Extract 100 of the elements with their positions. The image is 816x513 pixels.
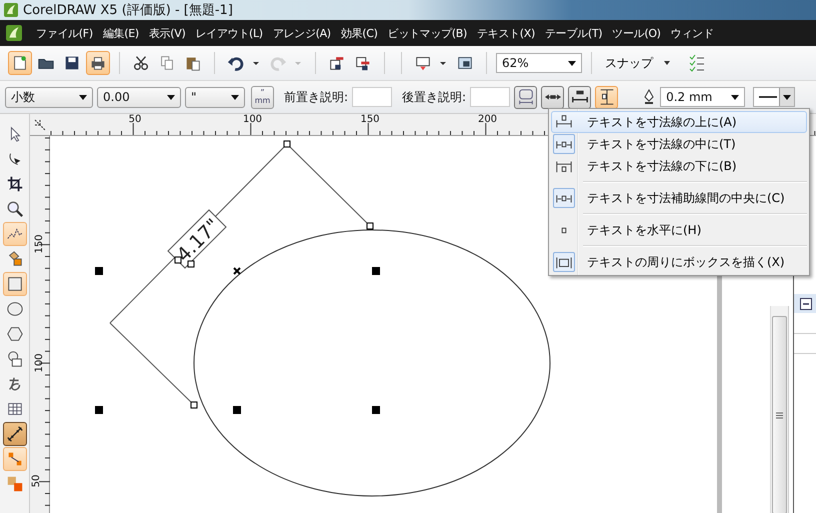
ruler-label: 150 bbox=[360, 114, 380, 125]
collapse-icon[interactable] bbox=[800, 298, 812, 310]
menu-item[interactable]: テキスト(X) bbox=[472, 26, 540, 40]
menu-item[interactable]: テーブル(T) bbox=[540, 26, 608, 40]
interactive-icon bbox=[7, 476, 22, 492]
selection-handle[interactable] bbox=[95, 267, 103, 275]
menu-item[interactable]: テキストを水平に(H) bbox=[551, 219, 807, 241]
redo-icon bbox=[270, 57, 286, 71]
caret-icon[interactable] bbox=[252, 59, 260, 67]
menu-item[interactable]: ファイル(F) bbox=[31, 26, 98, 40]
undo-icon bbox=[228, 57, 244, 71]
ruler-label: 200 bbox=[478, 114, 498, 125]
freehand-tool[interactable] bbox=[2, 222, 26, 246]
position-above-icon bbox=[556, 115, 572, 128]
selection-handle[interactable] bbox=[372, 267, 380, 275]
folder-icon bbox=[38, 58, 54, 69]
text-box-icon bbox=[556, 257, 572, 269]
suffix-label: 後置き説明: bbox=[402, 88, 466, 106]
snap-button[interactable]: スナップ bbox=[601, 54, 675, 72]
new-document-button[interactable] bbox=[8, 51, 32, 75]
text-above-line-icon bbox=[572, 90, 588, 104]
text-position-button[interactable] bbox=[541, 86, 564, 108]
freehand-icon bbox=[6, 228, 22, 239]
menu-item[interactable]: ツール(O) bbox=[607, 26, 666, 40]
position-below-icon bbox=[556, 161, 572, 173]
app-logo-icon[interactable] bbox=[6, 25, 22, 41]
caret-icon bbox=[167, 94, 175, 100]
ruler-label: 100 bbox=[242, 114, 262, 125]
prefix-input[interactable] bbox=[352, 87, 392, 107]
shapes-icon bbox=[8, 351, 22, 367]
printer-icon bbox=[92, 57, 104, 70]
rectangle-tool[interactable] bbox=[2, 272, 26, 296]
node-handle[interactable] bbox=[190, 402, 198, 408]
ruler-origin-icon[interactable] bbox=[34, 118, 46, 130]
suffix-input[interactable] bbox=[470, 87, 510, 107]
zoom-dropdown[interactable]: 62% bbox=[496, 53, 582, 73]
menu-item[interactable]: レイアウト(L) bbox=[190, 26, 268, 40]
dimension-units-button[interactable] bbox=[514, 86, 538, 108]
units-dropdown[interactable]: " bbox=[185, 86, 245, 108]
connector-icon bbox=[8, 452, 21, 466]
ellipse-icon bbox=[6, 302, 22, 316]
vertical-scrollbar[interactable] bbox=[770, 306, 789, 513]
caret-icon[interactable] bbox=[439, 59, 447, 67]
ruler-label: 150 bbox=[34, 234, 46, 254]
menu-item[interactable]: テキストの周りにボックスを描く(X) bbox=[551, 251, 807, 273]
text-icon bbox=[8, 376, 20, 390]
menu-item[interactable]: 編集(E) bbox=[98, 26, 144, 40]
position-inside-icon bbox=[556, 140, 572, 149]
menu-item[interactable]: アレンジ(A) bbox=[268, 26, 336, 40]
menu-item[interactable]: テキストを寸法線の下に(B) bbox=[551, 155, 807, 177]
menu-item[interactable]: ビットマップ(B) bbox=[382, 26, 472, 40]
selection-handle[interactable] bbox=[233, 406, 241, 414]
menu-item[interactable]: テキストを寸法線の上に(A) bbox=[551, 111, 807, 133]
dimension-tool[interactable] bbox=[2, 422, 26, 446]
printer-button[interactable] bbox=[86, 51, 110, 75]
checklist-icon[interactable] bbox=[689, 54, 705, 72]
precision-dropdown[interactable]: 0.00 bbox=[97, 86, 181, 108]
caret-icon bbox=[568, 60, 576, 66]
menu-item[interactable]: テキストを寸法補助線間の中央に(C) bbox=[551, 187, 807, 209]
solid-line-icon bbox=[759, 95, 778, 99]
line-style-dropdown[interactable] bbox=[753, 87, 796, 107]
menu-item[interactable]: 効果(C) bbox=[336, 26, 383, 40]
pointer-icon bbox=[10, 126, 20, 142]
caret-icon bbox=[731, 94, 740, 100]
caret-icon bbox=[231, 94, 239, 100]
ruler-label: 50 bbox=[128, 114, 142, 125]
scroll-thumb[interactable] bbox=[772, 316, 787, 513]
selection-handle[interactable] bbox=[372, 406, 380, 414]
extension-lines-button[interactable] bbox=[595, 86, 618, 108]
menu-item[interactable]: テキストを寸法線の中に(T) bbox=[551, 133, 807, 155]
launcher-icon bbox=[416, 57, 430, 70]
app-logo-icon bbox=[4, 3, 18, 17]
units-toggle-button[interactable]: ” mm bbox=[251, 86, 274, 108]
caret-icon bbox=[663, 60, 671, 66]
dimension-icon bbox=[6, 426, 22, 442]
menu-item[interactable]: 表示(V) bbox=[144, 26, 190, 40]
dimension-arrows-icon bbox=[544, 94, 560, 100]
table-icon bbox=[8, 403, 22, 415]
ruler-label: 100 bbox=[34, 352, 46, 372]
style-dropdown[interactable]: 小数 bbox=[5, 86, 93, 108]
menu-item[interactable]: ウィンド bbox=[666, 26, 718, 40]
zoom-icon bbox=[7, 202, 22, 217]
selection-handle[interactable] bbox=[95, 406, 103, 414]
node-handle[interactable] bbox=[284, 140, 290, 148]
new-document-icon bbox=[14, 56, 26, 70]
outline-width-dropdown[interactable]: 0.2 mm bbox=[660, 87, 746, 107]
grip-icon bbox=[776, 412, 783, 418]
scissors-icon bbox=[134, 56, 148, 70]
paste-icon bbox=[186, 58, 200, 71]
copy-icon bbox=[161, 56, 173, 70]
save-icon bbox=[66, 56, 78, 70]
caret-icon bbox=[79, 94, 87, 100]
polygon-icon bbox=[6, 327, 22, 341]
center-mark-icon[interactable] bbox=[233, 267, 241, 275]
import-icon bbox=[330, 57, 344, 70]
shape-icon bbox=[9, 153, 20, 165]
decimal-ruler-icon bbox=[518, 89, 532, 105]
node-handle[interactable] bbox=[366, 222, 374, 230]
crop-icon bbox=[6, 176, 23, 192]
text-position-button[interactable] bbox=[568, 86, 592, 108]
